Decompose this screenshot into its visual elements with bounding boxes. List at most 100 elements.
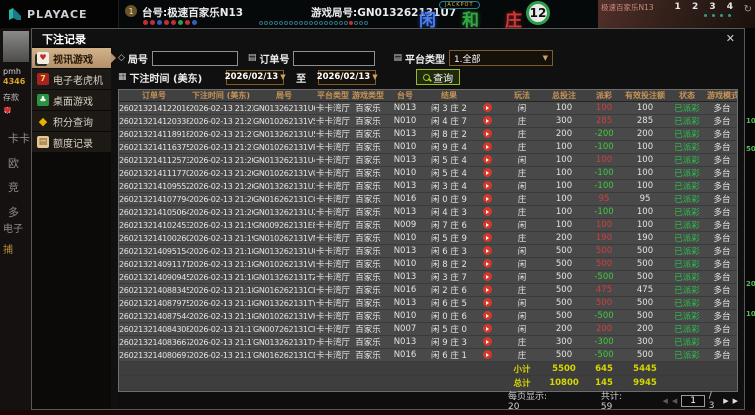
cell-total-bet: 500 xyxy=(543,348,585,362)
cell-replay[interactable] xyxy=(473,179,501,193)
cell-valid-bet: 190 xyxy=(623,231,667,245)
replay-icon[interactable] xyxy=(482,168,492,177)
replay-icon[interactable] xyxy=(482,272,492,281)
search-button[interactable]: 查询 xyxy=(416,69,461,86)
camera-numbers[interactable]: 1 2 3 4 xyxy=(675,2,737,12)
replay-icon[interactable] xyxy=(482,337,492,346)
cell-time: 2026-02-13 21:18:29 xyxy=(189,270,253,284)
cell-total-bet: 200 xyxy=(543,127,585,141)
cell-replay[interactable] xyxy=(473,231,501,245)
cell-mode: 多台 xyxy=(707,257,737,271)
round-input[interactable] xyxy=(151,50,238,66)
menu-item-quota-records[interactable]: ▤ 额度记录 xyxy=(32,132,111,152)
cell-table: N013 xyxy=(385,296,425,310)
replay-icon[interactable] xyxy=(482,246,492,255)
menu-item-table-games[interactable]: ♣ 桌面游戏 xyxy=(32,90,111,110)
replay-icon[interactable] xyxy=(482,207,492,216)
col-valid-bet: 有效投注额 xyxy=(623,89,667,102)
cell-replay[interactable] xyxy=(473,205,501,219)
cell-replay[interactable] xyxy=(473,283,501,297)
close-icon[interactable]: ✕ xyxy=(726,33,735,44)
subtotal-row: 小计 5500 645 5445 xyxy=(119,361,737,376)
menu-label: 视讯游戏 xyxy=(53,54,93,66)
cell-round: GN013262131U5 xyxy=(253,127,315,141)
cell-table: N010 xyxy=(385,231,425,245)
cell-replay[interactable] xyxy=(473,153,501,167)
replay-icon[interactable] xyxy=(482,259,492,268)
first-page-icon[interactable]: ◀ xyxy=(663,397,668,405)
cell-replay[interactable] xyxy=(473,101,501,115)
cell-platform: 卡卡湾厅 xyxy=(315,283,351,297)
replay-icon[interactable] xyxy=(482,285,492,294)
cell-replay[interactable] xyxy=(473,140,501,154)
countdown-timer: 12 xyxy=(526,1,550,25)
background-sidebar: pmh 4346 存款 ♠ ♥ 卡卡 欧 竞 多 电子 捕 xyxy=(0,28,31,410)
menu-label: 额度记录 xyxy=(53,138,93,150)
menu-item-points-query[interactable]: ◆ 积分查询 xyxy=(32,111,111,131)
replay-icon[interactable] xyxy=(482,116,492,125)
cell-play: 闲 xyxy=(501,296,543,310)
table-row: 2602132141163752026-02-13 21:21:20GN0102… xyxy=(119,140,737,154)
cell-replay[interactable] xyxy=(473,114,501,128)
cell-replay[interactable] xyxy=(473,296,501,310)
cell-replay[interactable] xyxy=(473,127,501,141)
cell-replay[interactable] xyxy=(473,218,501,232)
cell-replay[interactable] xyxy=(473,348,501,362)
cell-payout: 190 xyxy=(585,231,623,245)
replay-icon[interactable] xyxy=(482,350,492,359)
order-input[interactable] xyxy=(293,50,376,66)
cell-replay[interactable] xyxy=(473,166,501,180)
chip-value: 50 xyxy=(746,145,755,153)
filter-row-1: ◇ 局号 ▤ 订单号 ▤ 平台类型 1.全部 ▼ xyxy=(118,49,738,68)
cell-replay[interactable] xyxy=(473,335,501,349)
cell-replay[interactable] xyxy=(473,257,501,271)
col-round: 局号 xyxy=(253,89,315,102)
replay-icon[interactable] xyxy=(482,155,492,164)
cell-platform: 卡卡湾厅 xyxy=(315,114,351,128)
menu-item-video-games[interactable]: ♥ 视讯游戏 xyxy=(32,48,116,68)
replay-icon[interactable] xyxy=(482,233,492,242)
last-page-icon[interactable]: ▶ xyxy=(733,397,738,405)
next-page-icon[interactable]: ▶ xyxy=(723,397,728,405)
cell-replay[interactable] xyxy=(473,244,501,258)
cell-payout: 475 xyxy=(585,283,623,297)
cell-game-type: 百家乐 xyxy=(351,179,385,193)
replay-icon[interactable] xyxy=(482,220,492,229)
cell-table: N010 xyxy=(385,140,425,154)
replay-icon[interactable] xyxy=(482,311,492,320)
replay-icon[interactable] xyxy=(482,324,492,333)
cell-order: 260213214087975 xyxy=(119,296,189,310)
table-row: 2602132141203382026-02-13 21:21:50GN0102… xyxy=(119,114,737,128)
video-thumbnail[interactable]: 极速百家乐N13 1 2 3 4 ↻ xyxy=(598,0,755,28)
replay-icon[interactable] xyxy=(482,181,492,190)
platform-select[interactable]: 1.全部 ▼ xyxy=(448,50,553,67)
prev-page-icon[interactable]: ◀ xyxy=(672,397,677,405)
cell-status: 已派彩 xyxy=(667,114,707,128)
cell-replay[interactable] xyxy=(473,192,501,206)
cell-time: 2026-02-13 21:19:46 xyxy=(189,218,253,232)
date-to-picker[interactable]: 2026/02/13 ▼ xyxy=(317,69,378,85)
menu-item-slot-machines[interactable]: 7 电子老虎机 xyxy=(32,69,111,89)
replay-icon[interactable] xyxy=(482,298,492,307)
page-input[interactable]: 1 xyxy=(681,394,705,407)
replay-icon[interactable] xyxy=(482,142,492,151)
cell-result: 闲 3 庄 2 xyxy=(425,101,473,115)
cell-game-type: 百家乐 xyxy=(351,322,385,336)
date-from-picker[interactable]: 2026/02/13 ▼ xyxy=(225,69,286,85)
refresh-icon[interactable]: ↻ xyxy=(744,4,752,15)
subtotal-payout: 645 xyxy=(585,361,623,376)
replay-icon[interactable] xyxy=(482,194,492,203)
cell-total-bet: 500 xyxy=(543,244,585,258)
cell-replay[interactable] xyxy=(473,270,501,284)
replay-icon[interactable] xyxy=(482,129,492,138)
cell-result: 闲 8 庄 2 xyxy=(425,257,473,271)
cell-valid-bet: 500 xyxy=(623,296,667,310)
top-bar: PLAYACE 1 台号:极速百家乐N13 游戏局号:GN013262131U7… xyxy=(0,0,755,31)
replay-icon[interactable] xyxy=(482,103,492,112)
cell-replay[interactable] xyxy=(473,309,501,323)
cell-game-type: 百家乐 xyxy=(351,283,385,297)
cell-replay[interactable] xyxy=(473,322,501,336)
playace-logo: PLAYACE xyxy=(0,0,118,28)
cell-mode: 多台 xyxy=(707,205,737,219)
subtotal-total-bet: 5500 xyxy=(543,361,585,376)
